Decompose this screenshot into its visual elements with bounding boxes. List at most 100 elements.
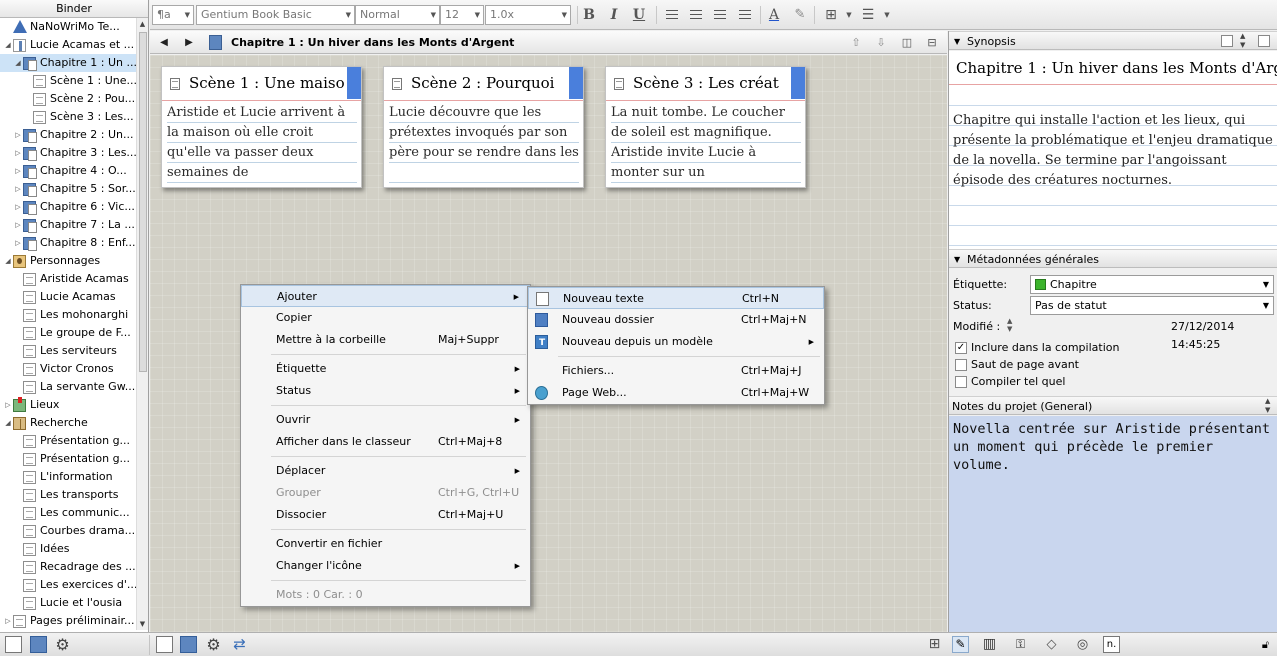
binder-item[interactable]: Scène 3 : Les... (0, 108, 137, 126)
notes-header[interactable]: Notes du projet (General) ▲ ▼ (949, 396, 1277, 415)
index-card[interactable]: Scène 1 : Une maiso Aristide et Lucie ar… (161, 66, 362, 188)
binder-item[interactable]: Les serviteurs (0, 342, 137, 360)
underline-button[interactable]: U (630, 6, 648, 24)
index-card[interactable]: Scène 3 : Les créat La nuit tombe. Le co… (605, 66, 806, 188)
binder-item[interactable]: ▷ Chapitre 6 : Vic... (0, 198, 137, 216)
add-document-icon[interactable] (5, 636, 22, 653)
compile-as-is-checkbox[interactable] (955, 376, 967, 388)
binder-item[interactable]: ◢ Chapitre 1 : Un ... (0, 54, 137, 72)
menu-item[interactable]: Changer l'icône ▶ (241, 555, 530, 577)
collapsed-triangle-icon[interactable]: ▷ (3, 396, 13, 414)
scroll-down-arrow-icon[interactable]: ▼ (137, 620, 148, 628)
binder-item[interactable]: Présentation g... (0, 432, 137, 450)
gear-icon[interactable]: ⚙ (205, 636, 222, 653)
font-family-select[interactable]: Gentium Book Basic ▼ (196, 5, 355, 25)
scroll-up-arrow-icon[interactable]: ▲ (137, 20, 148, 28)
expanded-triangle-icon[interactable]: ◢ (13, 54, 23, 72)
menu-item[interactable]: Ajouter ▶ (241, 285, 530, 307)
index-card[interactable]: Scène 2 : Pourquoi Lucie découvre que le… (383, 66, 584, 188)
binder-item[interactable]: Scène 2 : Pou... (0, 90, 137, 108)
next-document-icon[interactable]: ⇩ (873, 35, 889, 50)
binder-item[interactable]: ◢ Personnages (0, 252, 137, 270)
key-icon[interactable]: ⚿ (1012, 636, 1029, 653)
binder-item[interactable]: Courbes drama... (0, 522, 137, 540)
collapsed-triangle-icon[interactable]: ▷ (13, 162, 23, 180)
collapsed-triangle-icon[interactable]: ▷ (13, 234, 23, 252)
binder-item[interactable]: La servante Gw... (0, 378, 137, 396)
synopsis-card[interactable]: Chapitre 1 : Un hiver dans les Monts d'A… (949, 51, 1277, 259)
menu-item[interactable]: Mettre à la corbeille Maj+Suppr (241, 329, 530, 351)
menu-item[interactable]: Afficher dans le classeur Ctrl+Maj+8 (241, 431, 530, 453)
expanded-triangle-icon[interactable]: ◢ (3, 414, 13, 432)
binder-item[interactable]: ▷ Pages préliminair... (0, 612, 137, 630)
menu-item[interactable]: Status ▶ (241, 380, 530, 402)
binder-item[interactable]: NaNoWriMo Te... (0, 18, 137, 36)
references-icon[interactable]: ▥ (981, 636, 998, 653)
menu-item[interactable]: Copier (241, 307, 530, 329)
binder-item[interactable]: Les communic... (0, 504, 137, 522)
tag-icon[interactable]: ◇ (1043, 636, 1060, 653)
chevron-updown-icon[interactable]: ▲ ▼ (1007, 317, 1012, 333)
auto-generate-icon[interactable] (1258, 35, 1270, 47)
project-notes-area[interactable]: Novella centrée sur Aristide présentant … (949, 416, 1277, 632)
add-folder-icon[interactable] (30, 636, 47, 653)
menu-item[interactable]: Page Web... Ctrl+Maj+W (528, 382, 824, 404)
highlight-pen-icon[interactable]: ✎ (791, 6, 809, 24)
binder-item[interactable]: ▷ Lieux (0, 396, 137, 414)
collapsed-triangle-icon[interactable]: ▷ (13, 198, 23, 216)
binder-item[interactable]: ▷ Chapitre 4 : O... (0, 162, 137, 180)
expanded-triangle-icon[interactable]: ◢ (3, 252, 13, 270)
gear-icon[interactable]: ⚙ (54, 636, 71, 653)
align-right-icon[interactable] (714, 10, 726, 19)
binder-item[interactable]: Recadrage des ... (0, 558, 137, 576)
metadata-header[interactable]: ▼ Métadonnées générales (949, 249, 1277, 268)
menu-item[interactable]: Ouvrir ▶ (241, 409, 530, 431)
label-select[interactable]: Chapitre ▼ (1030, 275, 1274, 294)
collapsed-triangle-icon[interactable]: ▷ (13, 144, 23, 162)
binder-item[interactable]: ◢ Lucie Acamas et ... (0, 36, 137, 54)
binder-item[interactable]: Lucie Acamas (0, 288, 137, 306)
menu-item[interactable]: Nouveau texte Ctrl+N (528, 287, 824, 309)
status-select[interactable]: Pas de statut ▼ (1030, 296, 1274, 315)
menu-item[interactable]: Déplacer ▶ (241, 460, 530, 482)
binder-item[interactable]: Présentation g... (0, 450, 137, 468)
table-icon[interactable]: ⊞ (822, 6, 840, 24)
font-size-select[interactable]: 12 ▼ (440, 5, 484, 25)
binder-item[interactable]: ◢ Recherche (0, 414, 137, 432)
notes-icon[interactable]: ✎ (952, 636, 969, 653)
bold-button[interactable]: B (580, 6, 598, 24)
binder-item[interactable]: Les exercices d'... (0, 576, 137, 594)
text-color-icon[interactable]: A (765, 6, 783, 24)
binder-item[interactable]: Les mohonarghi (0, 306, 137, 324)
menu-item[interactable]: Nouveau dossier Ctrl+Maj+N (528, 309, 824, 331)
include-compile-checkbox[interactable]: ✓ (955, 342, 967, 354)
collapsed-triangle-icon[interactable]: ▷ (13, 126, 23, 144)
chevron-down-icon[interactable]: ▼ (878, 6, 896, 24)
previous-document-icon[interactable]: ⇧ (848, 35, 864, 50)
collapsed-triangle-icon[interactable]: ▷ (13, 216, 23, 234)
menu-item[interactable]: Convertir en fichier (241, 533, 530, 555)
typeface-select[interactable]: Normal ▼ (355, 5, 440, 25)
line-spacing-select[interactable]: 1.0x ▼ (485, 5, 571, 25)
split-vertical-icon[interactable]: ◫ (899, 35, 915, 50)
synopsis-header[interactable]: ▼ Synopsis ▲ ▼ (949, 31, 1277, 50)
collapsed-triangle-icon[interactable]: ▷ (3, 612, 13, 630)
synopsis-title[interactable]: Chapitre 1 : Un hiver dans les Monts d'A… (949, 51, 1277, 85)
comments-icon[interactable]: n. (1103, 636, 1120, 653)
snapshot-icon[interactable]: ◎ (1074, 636, 1091, 653)
paragraph-style-select[interactable]: ¶a ▼ (152, 5, 194, 25)
expanded-triangle-icon[interactable]: ◢ (3, 36, 13, 54)
project-notes-text[interactable]: Novella centrée sur Aristide présentant … (953, 420, 1275, 474)
italic-button[interactable]: I (605, 6, 623, 24)
forward-arrow-icon[interactable]: ▶ (181, 35, 197, 51)
split-horizontal-icon[interactable]: ⊟ (924, 35, 940, 50)
chevron-updown-icon[interactable]: ▲ ▼ (1240, 32, 1245, 50)
list-icon[interactable]: ☰ (859, 6, 877, 24)
align-center-icon[interactable] (690, 10, 702, 19)
binder-item[interactable]: Victor Cronos (0, 360, 137, 378)
binder-scrollbar[interactable]: ▲ ▼ (136, 18, 148, 630)
binder-item[interactable]: ▷ Chapitre 5 : Sor... (0, 180, 137, 198)
binder-item[interactable]: Les transports (0, 486, 137, 504)
binder-item[interactable]: Aristide Acamas (0, 270, 137, 288)
binder-item[interactable]: Lucie et l'ousia (0, 594, 137, 612)
